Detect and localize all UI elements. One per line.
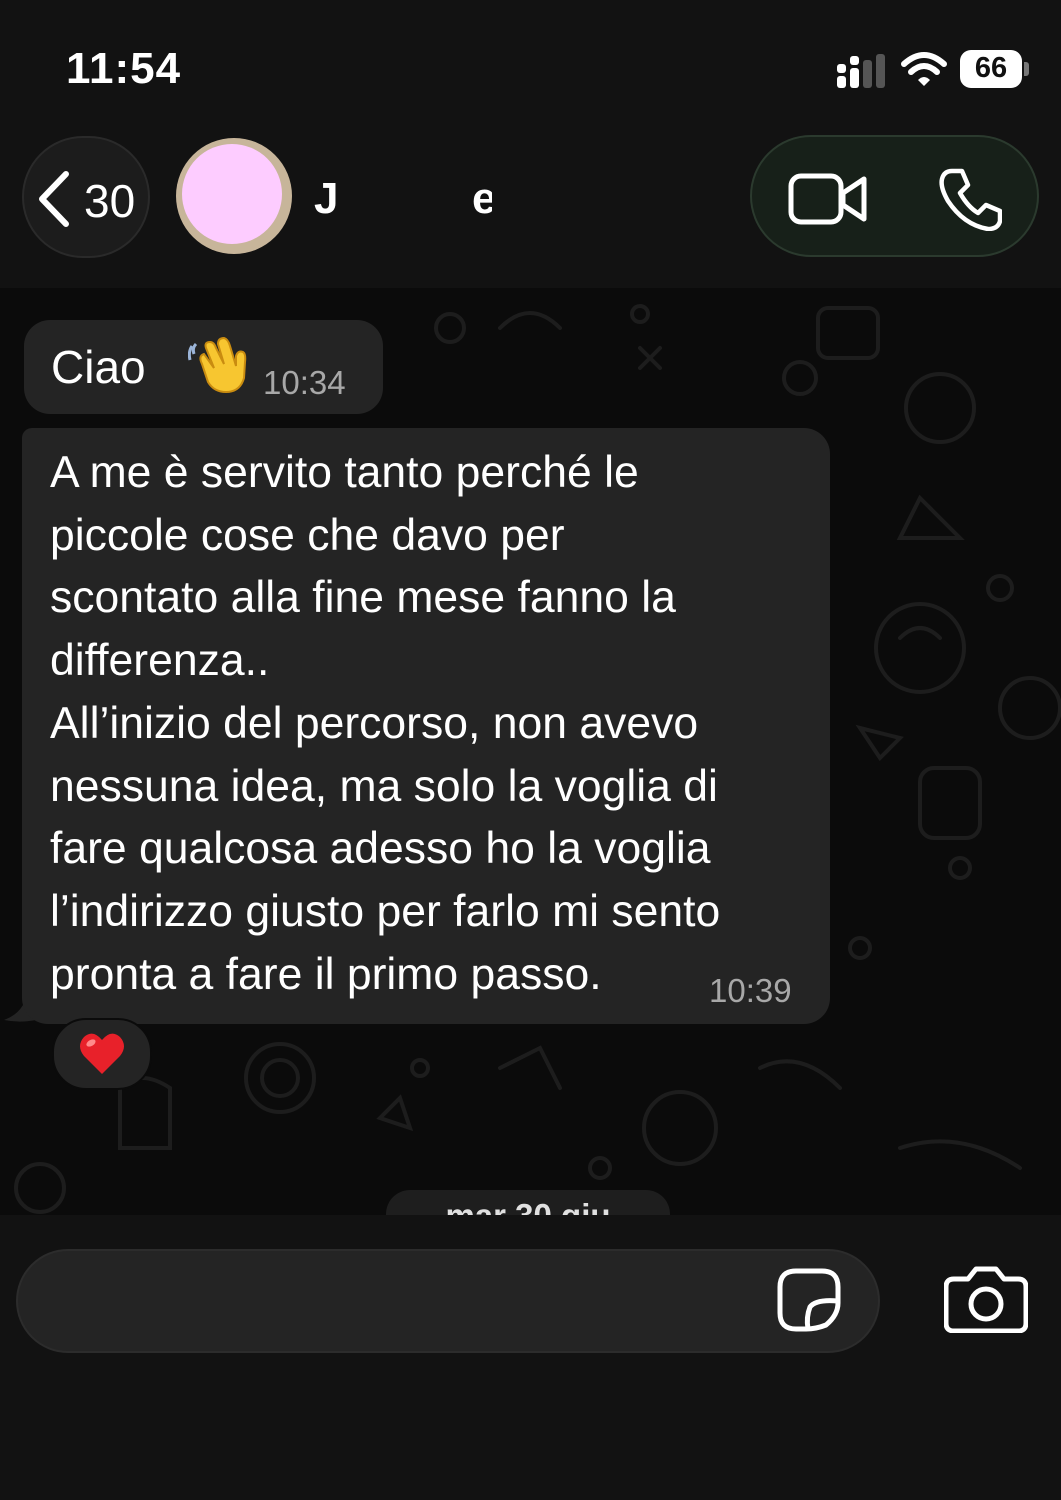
chat-area[interactable]: Ciao 10:34 A me è servito tanto perché l… xyxy=(0,288,1061,1215)
battery-tip xyxy=(1024,62,1029,76)
date-separator-label: mar 30 giu xyxy=(386,1197,670,1215)
battery-icon: 66 xyxy=(960,50,1029,90)
input-bar xyxy=(0,1215,1061,1500)
unread-count: 30 xyxy=(84,175,136,227)
red-heart-icon xyxy=(80,1033,124,1074)
back-button[interactable]: 30 xyxy=(22,136,150,258)
contact-name-tail[interactable]: e xyxy=(472,174,492,224)
message-time: 10:34 xyxy=(263,364,346,401)
chat-header: 30 J e xyxy=(0,130,1061,288)
avatar[interactable] xyxy=(176,138,292,254)
contact-name[interactable]: J xyxy=(314,174,338,224)
avatar-redaction xyxy=(182,144,282,244)
message-bubble[interactable]: Ciao 10:34 xyxy=(24,320,383,414)
cellular-signal-icon xyxy=(837,54,885,88)
message-text: Ciao xyxy=(51,341,146,393)
status-time: 11:54 xyxy=(66,44,182,93)
video-call-icon[interactable] xyxy=(788,171,868,227)
phone-icon[interactable] xyxy=(938,167,1002,231)
camera-icon[interactable] xyxy=(944,1265,1028,1333)
call-actions xyxy=(750,135,1039,257)
wifi-icon xyxy=(901,52,947,86)
message-bubble[interactable]: A me è servito tanto perché le piccole c… xyxy=(22,428,830,1024)
message-input[interactable] xyxy=(16,1249,880,1353)
message-reaction[interactable] xyxy=(52,1018,152,1090)
message-text: A me è servito tanto perché le piccole c… xyxy=(50,448,721,999)
date-separator: mar 30 giu xyxy=(386,1190,670,1215)
battery-level: 66 xyxy=(974,52,1008,84)
status-bar: 11:54 66 xyxy=(0,0,1061,130)
sticker-icon[interactable] xyxy=(776,1267,842,1333)
waving-hand-icon xyxy=(188,336,247,394)
message-time: 10:39 xyxy=(709,972,792,1009)
chevron-left-icon xyxy=(39,171,69,227)
